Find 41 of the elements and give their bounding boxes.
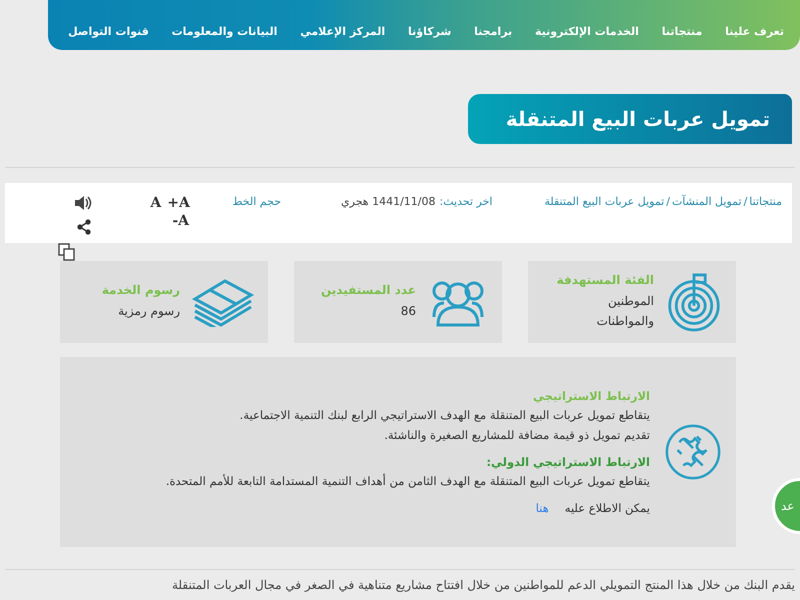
section-title: الارتباط الاستراتيجي: [532, 389, 650, 403]
card-title: رسوم الخدمة: [102, 283, 180, 297]
breadcrumb-separator: /: [666, 195, 670, 208]
section-text: يتقاطع تمويل عربات البيع المتنقلة مع الهدف الثامن من أهداف التنمية المستدامة التابعة للأمم المتحدة.: [164, 472, 650, 490]
breadcrumb-link[interactable]: تمويل المنشآت: [672, 195, 742, 208]
here-link[interactable]: هنا: [536, 501, 549, 515]
copy-icon[interactable]: [58, 243, 76, 261]
card-value: الموطنين: [606, 293, 654, 310]
font-size-button[interactable]: +A: [167, 195, 190, 211]
speaker-icon[interactable]: [74, 195, 92, 211]
chat-widget-button[interactable]: عد: [772, 478, 800, 534]
section-title: الارتباط الاستراتيجي الدولي:: [485, 455, 650, 469]
update-label: اخر تحديث:: [440, 195, 492, 208]
card-value: رسوم رمزية: [117, 303, 180, 320]
nav-link[interactable]: البيانات والمعلومات: [172, 25, 278, 38]
card-value: 86: [400, 303, 416, 320]
section-text: يتقاطع تمويل عربات البيع المتنقلة مع الهدف الاستراتيجي الرابع لبنك التنمية الاجتماعية.: [238, 407, 650, 424]
target-icon: [666, 272, 722, 332]
page-title: تمويل عربات البيع المتنقلة: [468, 94, 792, 144]
section-text: تقديم تمويل ذو قيمة مضافة للمشاريع الصغيرة والناشئة.: [383, 427, 650, 444]
nav-link[interactable]: منتجاتنا: [662, 25, 702, 38]
nav-link[interactable]: برامجنا: [474, 25, 512, 38]
card-value: والمواطنات: [596, 313, 654, 330]
nav-link[interactable]: الخدمات الإلكترونية: [534, 25, 639, 38]
card-title: الفئة المستهدفة: [556, 273, 654, 287]
nav-link[interactable]: شركاؤنا: [408, 25, 452, 38]
breadcrumb-separator: /: [744, 195, 748, 208]
font-size-button[interactable]: -A: [172, 213, 190, 229]
font-size-button[interactable]: A: [150, 195, 162, 211]
nav-link[interactable]: قنوات التواصل: [68, 25, 149, 38]
breadcrumb-link[interactable]: تمويل عربات البيع المتنقلة: [544, 195, 664, 208]
body-text: يقدم البنك من خلال هذا المنتج التمويلي الدعم للمواطنين من خلال افتتاح مشاريع متناهية في الصغر في مجال العربات المتنقلة: [171, 578, 795, 592]
money-stack-icon: [192, 277, 254, 327]
card-title: عدد المستفيدين: [320, 283, 416, 297]
nav-link[interactable]: المركز الإعلامي: [300, 25, 386, 38]
nav-link[interactable]: تعرف علينا: [725, 25, 784, 38]
update-date: 1441/11/08 هجري: [341, 195, 436, 208]
share-icon[interactable]: [76, 219, 92, 235]
breadcrumb-link[interactable]: منتجاتنا: [749, 195, 782, 208]
font-size-label: حجم الخط: [232, 195, 282, 208]
more-text: يمكن الاطلاع عليه: [564, 501, 650, 515]
